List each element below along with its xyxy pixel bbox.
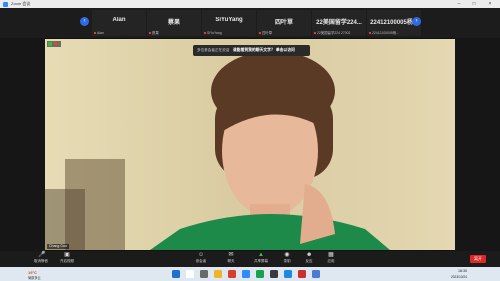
participant-label: 蔡果 xyxy=(149,30,159,35)
speaking-status: 多位参会者正在说话 xyxy=(197,48,230,52)
gallery-next-button[interactable]: › xyxy=(412,17,421,26)
participant-name: 蔡果 xyxy=(167,20,180,26)
muted-mic-icon xyxy=(314,32,316,34)
speaker-video-frame xyxy=(45,39,455,250)
muted-mic-icon xyxy=(369,32,371,34)
record-icon: ◉ xyxy=(284,252,290,258)
file-explorer-icon[interactable] xyxy=(214,270,222,278)
muted-mic-icon xyxy=(259,32,261,34)
smile-icon: ☻ xyxy=(306,252,313,258)
weather-desc: 局部多云 xyxy=(28,276,41,280)
active-speaker-video[interactable]: Chang Guo xyxy=(45,39,455,250)
participant-label: 22美国留学224 27002 xyxy=(314,30,350,35)
zoom-logo-icon xyxy=(3,1,8,7)
gallery-prev-button[interactable]: ‹ xyxy=(80,17,89,26)
stage-right-margin xyxy=(455,38,500,251)
participant-tile[interactable]: 22美国留学224... 22美国留学224 27002 xyxy=(312,10,366,36)
participant-tile[interactable]: Alan Alan xyxy=(92,10,146,36)
participant-name: Alan xyxy=(112,17,126,23)
close-window-button[interactable]: × xyxy=(483,0,497,8)
wechat-icon[interactable] xyxy=(256,270,264,278)
participant-label: 22412100005杨... xyxy=(369,30,399,35)
unmute-button[interactable]: 🎤 取消静音 xyxy=(30,252,52,264)
muted-mic-icon xyxy=(204,32,206,34)
muted-mic-icon xyxy=(94,32,96,34)
participants-button[interactable]: ☺ 参会者 xyxy=(190,252,212,264)
camera-icon: ▣ xyxy=(64,252,70,258)
app-icon[interactable] xyxy=(298,270,306,278)
chat-notice-banner[interactable]: 多位参会者正在说话 谁能看到我的聊天文字？ 单击以访问 xyxy=(193,45,310,56)
reactions-button[interactable]: ☻ 反应 xyxy=(300,252,318,264)
app-icon[interactable] xyxy=(228,270,236,278)
start-video-button[interactable]: ▣ 开启视频 xyxy=(56,252,78,264)
chat-button[interactable]: ✉ 聊天 xyxy=(220,252,242,264)
participant-tile[interactable]: 四叶草 四叶草 xyxy=(257,10,311,36)
search-icon[interactable] xyxy=(186,270,194,278)
participant-gallery: ‹ Alan Alan 蔡果 蔡果 SiYuYang SiYuYang 四叶草 … xyxy=(0,8,500,38)
title-bar: Zoom 会议 – □ × xyxy=(0,0,500,8)
record-button[interactable]: ◉ 录制 xyxy=(278,252,296,264)
windows-taskbar: 19°C 局部多云 18:30 2023/10/24 xyxy=(0,267,500,281)
clock-date[interactable]: 2023/10/24 xyxy=(451,275,467,279)
microphone-icon: 🎤 xyxy=(38,252,46,258)
window-title: Zoom 会议 xyxy=(11,1,31,6)
participant-label: SiYuYang xyxy=(204,31,222,35)
participant-tile[interactable]: SiYuYang SiYuYang xyxy=(202,10,256,36)
stage-left-margin xyxy=(0,38,45,251)
participants-icon: ☺ xyxy=(198,252,205,258)
apps-icon: ▦ xyxy=(328,252,334,258)
chat-visibility-link[interactable]: 谁能看到我的聊天文字？ 单击以访问 xyxy=(233,45,295,56)
maximize-button[interactable]: □ xyxy=(467,0,481,8)
clock-time[interactable]: 18:30 xyxy=(458,269,467,273)
edge-browser-icon[interactable] xyxy=(284,270,292,278)
share-screen-icon: ▲ xyxy=(258,252,264,258)
app-icon[interactable] xyxy=(270,270,278,278)
recording-dot-icon xyxy=(54,42,57,45)
security-shield-icon xyxy=(48,42,52,46)
participant-label: 四叶草 xyxy=(259,30,272,35)
participant-label: Alan xyxy=(94,31,104,35)
participant-name: 22美国留学224... xyxy=(316,20,362,26)
share-screen-button[interactable]: ▲ 共享屏幕 xyxy=(250,252,272,264)
app-icon[interactable] xyxy=(312,270,320,278)
meeting-toolbar: 🎤 取消静音 ▣ 开启视频 ☺ 参会者 ✉ 聊天 ▲ 共享屏幕 ◉ 录制 ☻ 反… xyxy=(0,251,500,267)
speaker-name-tag: Chang Guo xyxy=(47,244,69,249)
participant-tile[interactable]: 蔡果 蔡果 xyxy=(147,10,201,36)
minimize-button[interactable]: – xyxy=(452,0,466,8)
participant-name: 四叶草 xyxy=(274,20,293,26)
leave-meeting-button[interactable]: 离开 xyxy=(470,255,486,263)
apps-button[interactable]: ▦ 应用 xyxy=(322,252,340,264)
participant-name: SiYuYang xyxy=(215,17,243,23)
zoom-app-icon[interactable] xyxy=(242,270,250,278)
task-view-icon[interactable] xyxy=(200,270,208,278)
start-button-icon[interactable] xyxy=(172,270,180,278)
chat-icon: ✉ xyxy=(228,252,234,258)
recording-indicator xyxy=(47,41,61,47)
muted-mic-icon xyxy=(149,32,151,34)
